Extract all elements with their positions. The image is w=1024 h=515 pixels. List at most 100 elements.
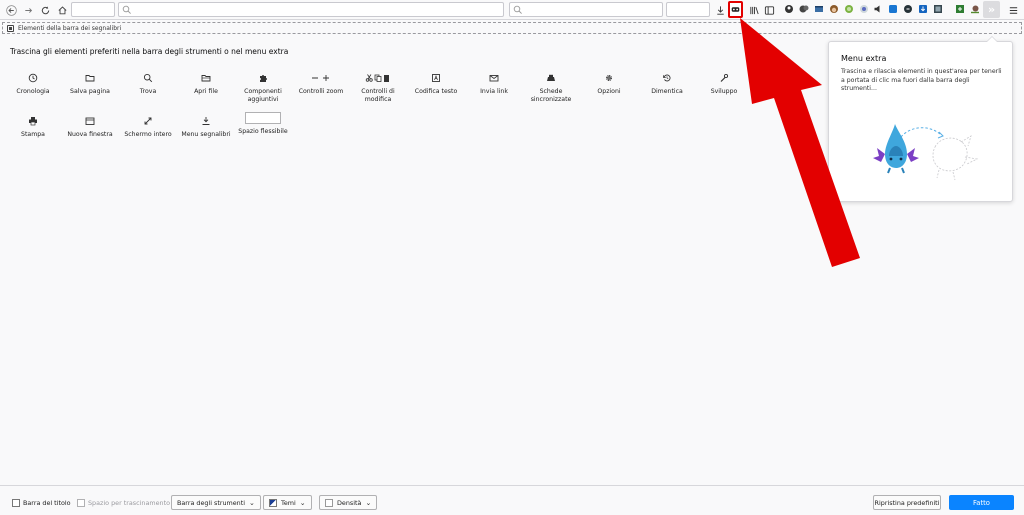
title-bar-label: Barra del titolo (23, 499, 71, 507)
search-bar[interactable] (509, 2, 663, 17)
checkbox-box[interactable] (77, 499, 85, 507)
extension-icon-6[interactable] (859, 4, 869, 14)
blue-square-icon (889, 5, 897, 13)
palette-label: Menu segnalibri (181, 131, 231, 138)
palette-label: Cronologia (16, 88, 50, 95)
download-square-icon (919, 5, 927, 13)
palette-label: Codifica testo (414, 88, 458, 95)
palette-label: Controlli di modifica (361, 88, 395, 103)
drag-space-label: Spazio per trascinamento (88, 499, 171, 507)
chat-icon (799, 5, 809, 13)
restore-defaults-button[interactable]: Ripristina predefiniti (873, 495, 941, 510)
palette-label: Nuova finestra (67, 131, 113, 138)
palette-label: Schede sincronizzate (530, 88, 572, 103)
chevron-down-icon: ⌄ (249, 498, 255, 507)
forward-arrow-icon (24, 7, 32, 13)
new-window-icon (84, 115, 96, 127)
drag-space-checkbox[interactable]: Spazio per trascinamento (77, 499, 170, 507)
extension-icon-7[interactable] (873, 4, 883, 14)
window-icon (815, 6, 823, 12)
title-bar-checkbox[interactable]: Barra del titolo (12, 499, 71, 507)
toolbars-dropdown-label: Barra degli strumenti (177, 498, 246, 507)
density-swatch-icon (325, 498, 333, 507)
extension-icon-11[interactable] (933, 4, 943, 14)
url-bar[interactable] (118, 2, 504, 17)
gear-icon (603, 72, 615, 84)
palette-item-spazio-flessibile[interactable]: Spazio flessibile (228, 112, 298, 136)
url-input[interactable] (133, 4, 493, 15)
toolbar-spring-placeholder (71, 2, 115, 17)
palette-label: Spazio flessibile (238, 128, 288, 135)
green-circle-icon (845, 5, 853, 13)
extension-icon-5[interactable] (844, 4, 854, 14)
themes-dropdown[interactable]: Temi ⌄ (263, 495, 312, 510)
mask-icon (731, 7, 740, 12)
done-button[interactable]: Fatto (949, 495, 1014, 510)
forward-button[interactable] (21, 3, 35, 17)
puzzle-icon (257, 72, 269, 84)
dark-circle-icon (904, 5, 912, 13)
flexible-space-icon (245, 112, 281, 124)
synced-tabs-icon (545, 72, 557, 84)
sidebar-icon (764, 5, 774, 15)
density-dropdown[interactable]: Densità ⌄ (319, 495, 378, 510)
reload-button[interactable] (38, 3, 52, 17)
bookmarks-bar-label: Elementi della barra dei segnalibri (18, 24, 122, 32)
overflow-menu-button-highlighted[interactable] (728, 1, 743, 18)
checkbox-box[interactable] (12, 499, 20, 507)
back-button[interactable] (4, 3, 18, 17)
speaker-icon (874, 5, 880, 13)
customize-instructions: Trascina gli elementi preferiti nella ba… (10, 47, 289, 56)
search-icon (513, 5, 522, 14)
clock-icon (27, 72, 39, 84)
extension-icon-10[interactable] (918, 4, 928, 14)
downloads-button[interactable] (713, 3, 727, 17)
extension-icon-13[interactable] (970, 4, 980, 14)
reload-icon (41, 5, 49, 14)
wrench-icon (718, 72, 730, 84)
extension-icon-2[interactable] (799, 4, 809, 14)
search-input[interactable] (524, 4, 654, 15)
palette-label: Controlli zoom (298, 88, 344, 95)
chevron-down-icon: ⌄ (365, 498, 372, 507)
folder-icon (84, 72, 96, 84)
palette-label: Invia link (480, 88, 508, 95)
overflow-chevron-button[interactable]: » (983, 1, 1000, 18)
monkey-icon (830, 5, 838, 13)
grid-square-icon (934, 5, 942, 13)
double-chevron-icon: » (987, 3, 996, 16)
download-icon (716, 5, 724, 15)
extension-icon-4[interactable] (829, 4, 839, 14)
dragon-illustration-icon (873, 124, 979, 181)
extension-icon-3[interactable] (814, 4, 824, 14)
extension-icon-1[interactable] (784, 4, 794, 14)
search-icon (142, 72, 154, 84)
snail-icon (971, 5, 979, 14)
extension-icon-8[interactable] (888, 4, 898, 14)
search-icon (122, 5, 131, 14)
main-menu-button[interactable] (1006, 3, 1020, 17)
navigation-toolbar: » (0, 0, 1024, 20)
home-icon (58, 5, 66, 14)
extension-icon-9[interactable] (903, 4, 913, 14)
toolbars-dropdown[interactable]: Barra degli strumenti ⌄ (171, 495, 261, 510)
palette-label: Salva pagina (70, 88, 110, 95)
profile-circle-icon (785, 5, 793, 13)
palette-label: Apri file (194, 88, 218, 95)
zoom-icon (309, 72, 333, 84)
sidebar-button[interactable] (762, 3, 776, 17)
open-folder-icon (200, 72, 212, 84)
red-annotation-arrow-icon (740, 18, 860, 267)
density-dropdown-label: Densità (337, 498, 362, 507)
palette-label: Stampa (21, 131, 45, 138)
bookmarks-menu-icon (200, 115, 212, 127)
forget-icon (661, 72, 673, 84)
library-button[interactable] (747, 3, 761, 17)
themes-dropdown-label: Temi (281, 498, 296, 507)
printer-icon (27, 115, 39, 127)
hamburger-menu-icon (1009, 6, 1017, 14)
extension-icon-12[interactable] (955, 4, 965, 14)
cut-copy-paste-icon (364, 72, 392, 84)
text-encoding-icon (430, 72, 442, 84)
home-button[interactable] (55, 3, 69, 17)
